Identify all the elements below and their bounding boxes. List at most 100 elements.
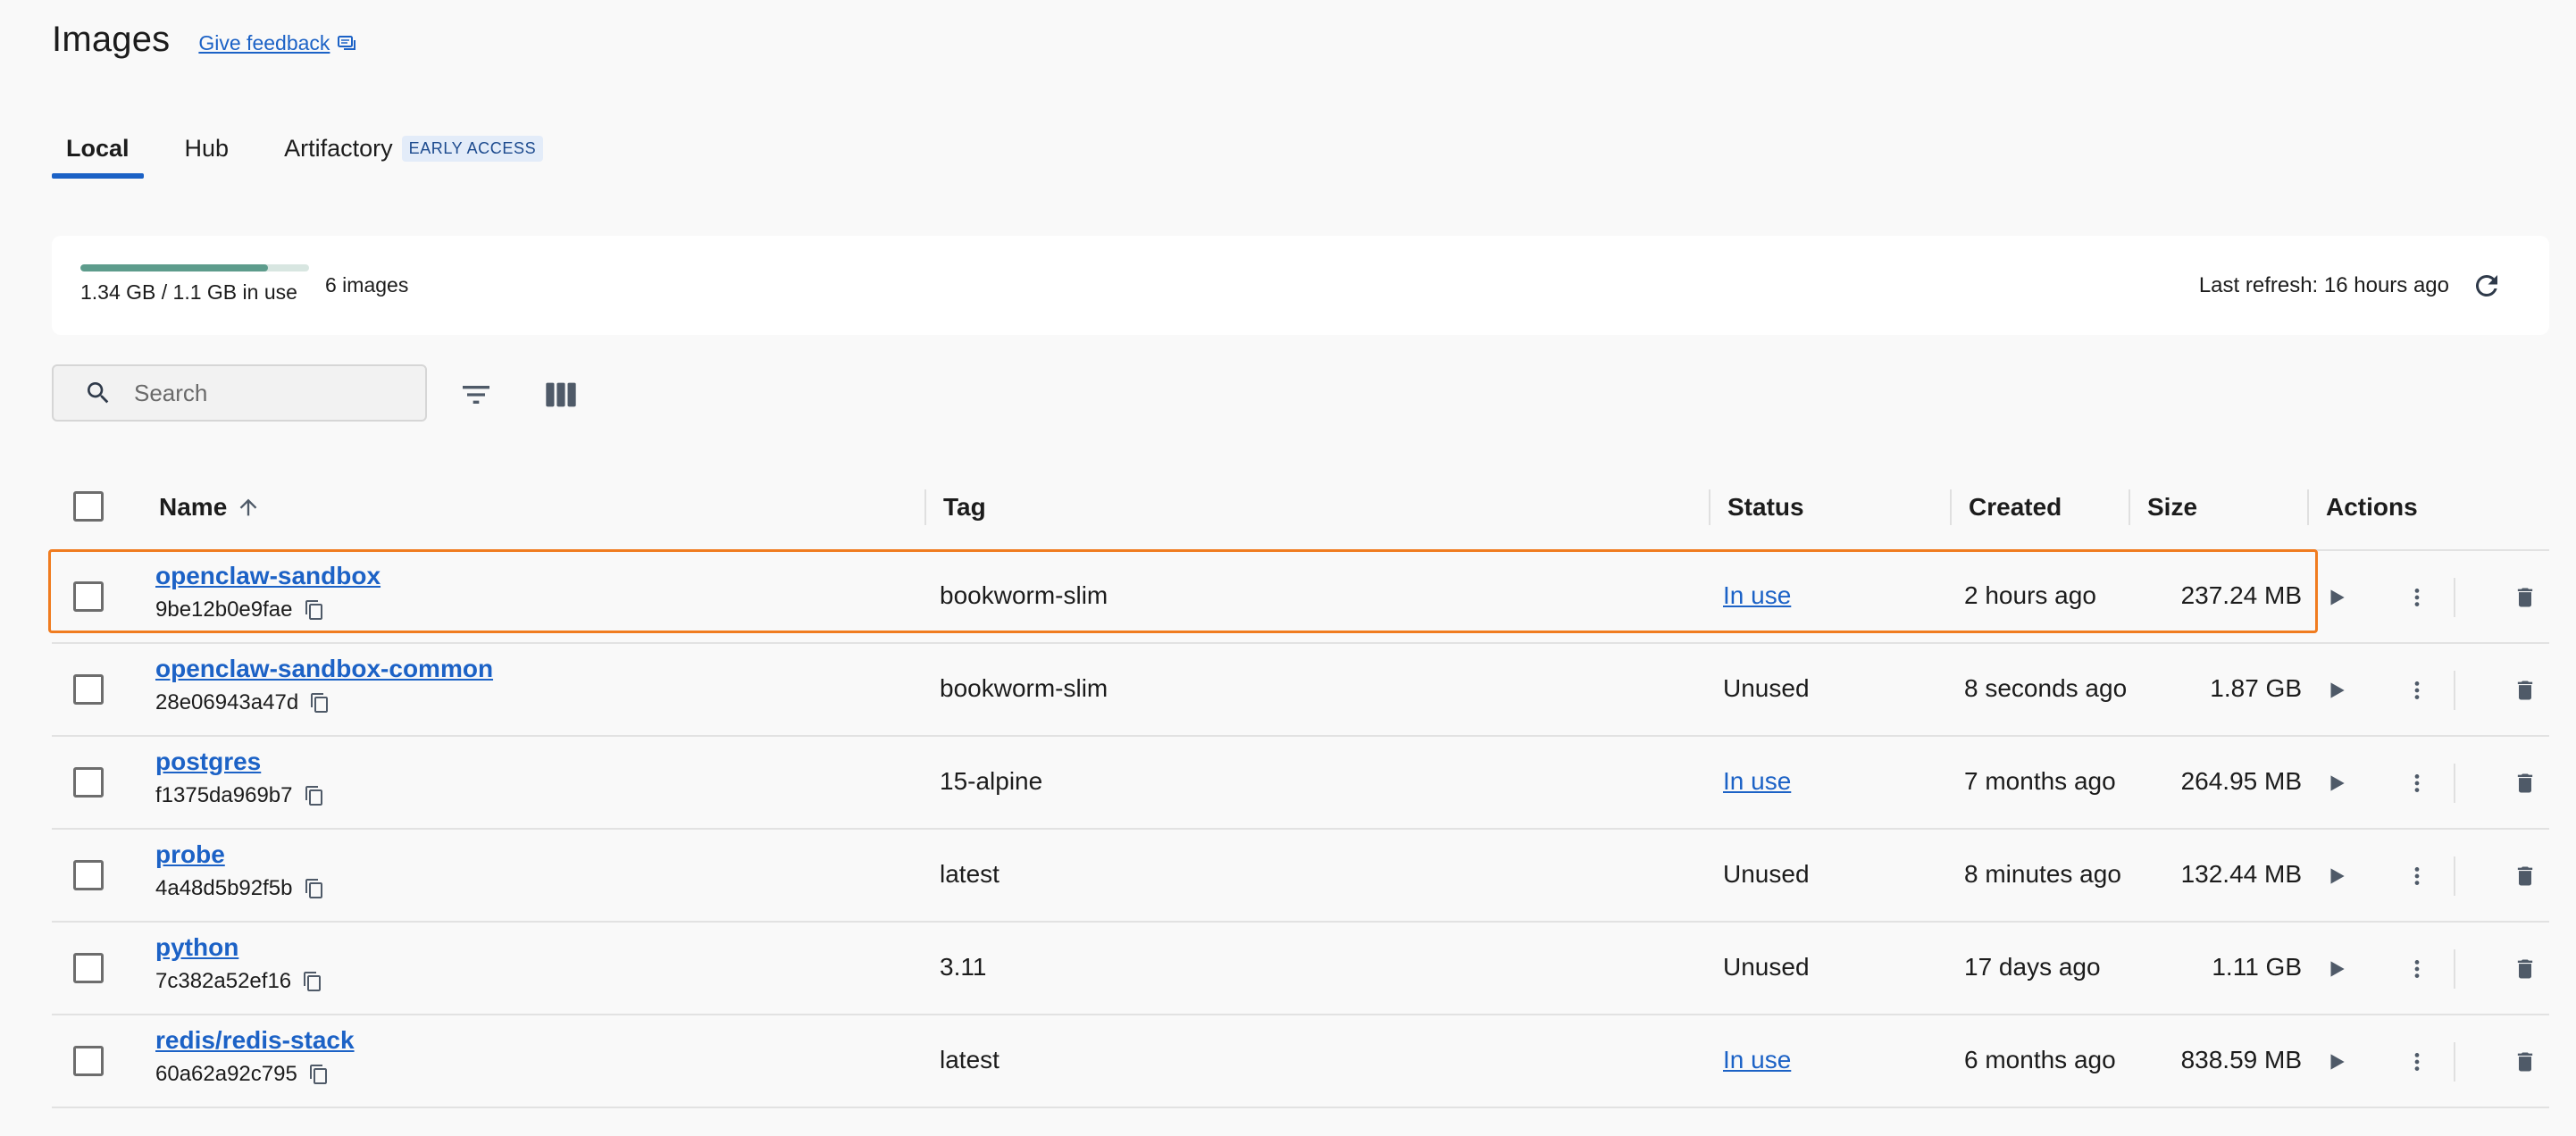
give-feedback-link[interactable]: Give feedback	[198, 31, 358, 55]
page-title: Images	[52, 20, 171, 59]
image-id-line: 4a48d5b92f5b	[155, 876, 325, 901]
row-checkbox[interactable]	[73, 1046, 104, 1076]
actions-divider	[2454, 949, 2455, 989]
trash-icon	[2517, 866, 2533, 886]
tag-cell: bookworm-slim	[940, 674, 1108, 702]
refresh-button[interactable]	[2469, 268, 2505, 304]
tab-artifactory-label: Artifactory	[284, 135, 393, 162]
select-all-checkbox[interactable]	[73, 491, 104, 522]
trash-icon	[2517, 588, 2533, 607]
copy-icon[interactable]	[304, 599, 325, 621]
created-cell: 7 months ago	[1964, 767, 2116, 795]
copy-icon[interactable]	[304, 785, 325, 806]
more-actions-button[interactable]	[2399, 765, 2435, 801]
images-table: Name Tag Status Created Size Actions ope…	[52, 463, 2549, 1108]
columns-icon	[546, 382, 576, 407]
filter-button[interactable]	[456, 375, 496, 414]
actions-divider	[2454, 764, 2455, 803]
more-vertical-icon	[2414, 1053, 2420, 1071]
image-name-link[interactable]: openclaw-sandbox	[155, 562, 381, 589]
delete-button[interactable]	[2507, 765, 2543, 801]
column-header-created[interactable]: Created	[1969, 463, 2062, 551]
image-name-link[interactable]: python	[155, 933, 238, 961]
image-count: 6 images	[325, 273, 409, 297]
tag-cell: 3.11	[940, 953, 987, 981]
table-row[interactable]: redis/redis-stack 60a62a92c795 latest In…	[52, 1015, 2549, 1108]
more-actions-button[interactable]	[2399, 858, 2435, 894]
copy-icon[interactable]	[302, 971, 323, 992]
row-checkbox[interactable]	[73, 953, 104, 983]
status-cell: In use	[1723, 1046, 1791, 1074]
run-button[interactable]	[2319, 858, 2354, 894]
tag-cell: latest	[940, 860, 999, 888]
trash-icon	[2517, 1052, 2533, 1072]
size-cell: 1.87 GB	[2210, 674, 2302, 702]
run-button[interactable]	[2319, 765, 2354, 801]
size-cell: 132.44 MB	[2180, 860, 2302, 888]
column-divider	[2129, 489, 2130, 525]
delete-button[interactable]	[2507, 580, 2543, 615]
status-cell: Unused	[1723, 953, 1810, 981]
copy-icon[interactable]	[309, 692, 330, 714]
image-id-line: f1375da969b7	[155, 783, 325, 808]
row-checkbox[interactable]	[73, 674, 104, 705]
delete-button[interactable]	[2507, 672, 2543, 708]
more-actions-button[interactable]	[2399, 672, 2435, 708]
tab-artifactory[interactable]: Artifactory EARLY ACCESS	[270, 135, 557, 179]
table-row[interactable]: openclaw-sandbox-common 28e06943a47d boo…	[52, 644, 2549, 737]
column-header-size[interactable]: Size	[2147, 463, 2197, 551]
created-cell: 2 hours ago	[1964, 581, 2096, 609]
more-actions-button[interactable]	[2399, 1044, 2435, 1080]
run-button[interactable]	[2319, 672, 2354, 708]
tab-local[interactable]: Local	[52, 135, 144, 179]
image-name-link[interactable]: postgres	[155, 748, 261, 775]
column-status-label: Status	[1727, 492, 1804, 521]
copy-icon[interactable]	[308, 1064, 330, 1085]
more-actions-button[interactable]	[2399, 951, 2435, 987]
row-checkbox[interactable]	[73, 767, 104, 798]
column-header-name[interactable]: Name	[159, 463, 261, 551]
status-in-use-link[interactable]: In use	[1723, 581, 1791, 609]
search-box[interactable]	[52, 364, 427, 422]
image-id: 9be12b0e9fae	[155, 597, 293, 622]
column-tag-label: Tag	[943, 492, 986, 521]
name-cell: openclaw-sandbox-common 28e06943a47d	[155, 655, 493, 715]
table-row[interactable]: openclaw-sandbox 9be12b0e9fae bookworm-s…	[52, 551, 2549, 644]
column-header-tag[interactable]: Tag	[943, 463, 986, 551]
table-row[interactable]: python 7c382a52ef16 3.11 Unused 17 days …	[52, 923, 2549, 1015]
columns-button[interactable]	[541, 375, 581, 414]
trash-icon	[2517, 959, 2533, 979]
delete-button[interactable]	[2507, 858, 2543, 894]
column-header-status[interactable]: Status	[1727, 463, 1804, 551]
status-cell: Unused	[1723, 674, 1810, 703]
image-name-link[interactable]: probe	[155, 840, 225, 868]
play-icon	[2330, 868, 2345, 884]
table-row[interactable]: postgres f1375da969b7 15-alpine In use 7…	[52, 737, 2549, 830]
image-name-link[interactable]: openclaw-sandbox-common	[155, 655, 493, 682]
status-unused-text: Unused	[1723, 953, 1810, 981]
run-button[interactable]	[2319, 1044, 2354, 1080]
more-actions-button[interactable]	[2399, 580, 2435, 615]
status-in-use-link[interactable]: In use	[1723, 767, 1791, 795]
image-id: 7c382a52ef16	[155, 969, 292, 993]
search-input[interactable]	[134, 379, 402, 407]
tab-hub[interactable]: Hub	[171, 135, 244, 179]
run-button[interactable]	[2319, 580, 2354, 615]
actions-divider	[2454, 671, 2455, 710]
row-checkbox[interactable]	[73, 581, 104, 612]
row-checkbox[interactable]	[73, 860, 104, 890]
actions-divider	[2454, 856, 2455, 896]
run-button[interactable]	[2319, 951, 2354, 987]
table-row[interactable]: probe 4a48d5b92f5b latest Unused 8 minut…	[52, 830, 2549, 923]
created-cell: 6 months ago	[1964, 1046, 2116, 1073]
image-name-link[interactable]: redis/redis-stack	[155, 1026, 355, 1054]
actions-divider	[2454, 578, 2455, 617]
table-header: Name Tag Status Created Size Actions	[52, 463, 2549, 551]
copy-icon[interactable]	[304, 878, 325, 899]
delete-button[interactable]	[2507, 1044, 2543, 1080]
delete-button[interactable]	[2507, 951, 2543, 987]
column-size-label: Size	[2147, 492, 2198, 521]
size-cell: 838.59 MB	[2180, 1046, 2302, 1073]
refresh-area: Last refresh: 16 hours ago	[2199, 268, 2505, 304]
status-in-use-link[interactable]: In use	[1723, 1046, 1791, 1073]
